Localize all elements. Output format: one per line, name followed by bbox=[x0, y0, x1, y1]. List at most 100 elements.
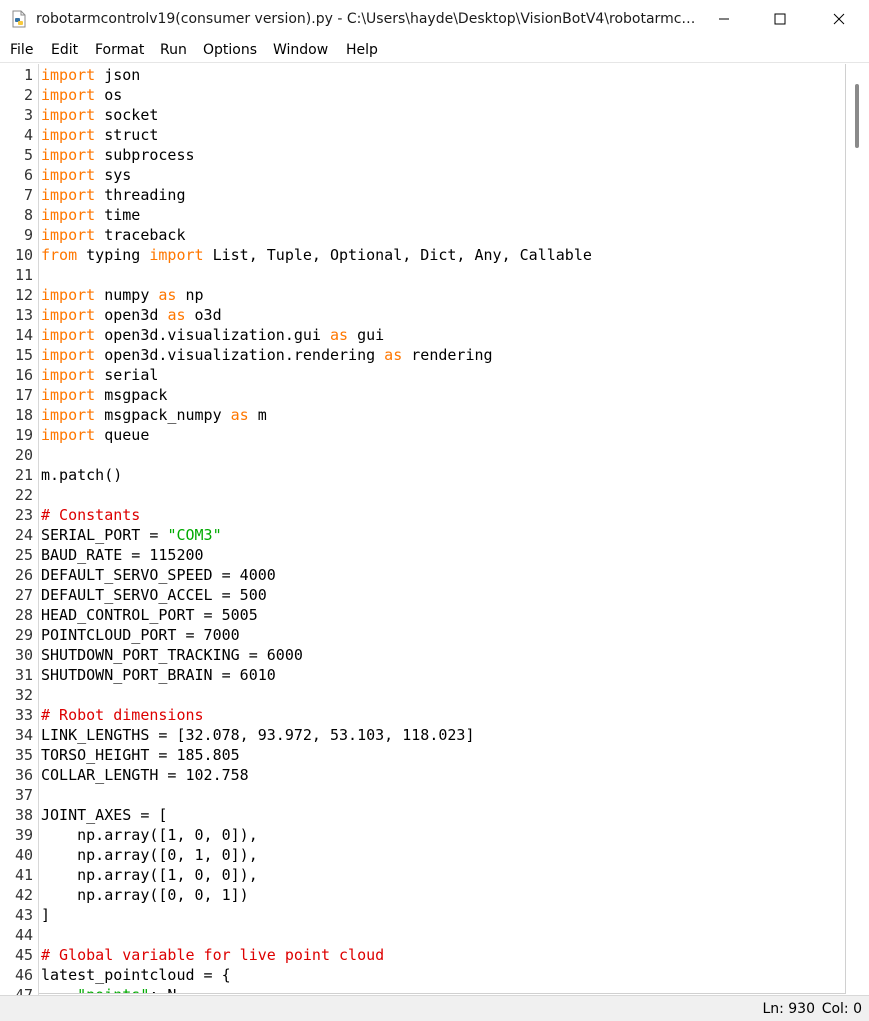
line-number: 25 bbox=[14, 546, 33, 564]
code-line: TORSO_HEIGHT = 185.805 bbox=[41, 745, 240, 765]
line-number: 11 bbox=[14, 266, 33, 284]
code-keyword: import bbox=[41, 86, 96, 104]
menu-options[interactable]: Options bbox=[203, 41, 257, 59]
code-line: import serial bbox=[41, 365, 158, 385]
line-number: 45 bbox=[14, 946, 33, 964]
code-line: np.array([1, 0, 0]), bbox=[41, 865, 258, 885]
code-line: import numpy as np bbox=[41, 285, 204, 305]
status-bar: Ln: 930 Col: 0 bbox=[0, 995, 869, 1021]
python-file-icon bbox=[12, 10, 26, 28]
code-line: # Global variable for live point cloud bbox=[41, 945, 384, 965]
code-text: POINTCLOUD_PORT = 7000 bbox=[41, 626, 240, 644]
line-number: 5 bbox=[23, 146, 33, 164]
code-line: DEFAULT_SERVO_SPEED = 4000 bbox=[41, 565, 276, 585]
code-comment: # Robot dimensions bbox=[41, 706, 204, 724]
code-line: BAUD_RATE = 115200 bbox=[41, 545, 204, 565]
code-text: np.array([0, 1, 0]), bbox=[41, 846, 258, 864]
code-text: SERIAL_PORT = bbox=[41, 526, 168, 544]
menu-format[interactable]: Format bbox=[95, 41, 144, 59]
status-column-number: Col: 0 bbox=[821, 1001, 862, 1017]
line-number: 3 bbox=[23, 106, 33, 124]
code-line: HEAD_CONTROL_PORT = 5005 bbox=[41, 605, 258, 625]
code-text: typing bbox=[77, 246, 150, 264]
code-text: np bbox=[176, 286, 204, 304]
code-text-area[interactable]: import json import os import socket import … bbox=[39, 64, 846, 994]
code-text: BAUD_RATE = 115200 bbox=[41, 546, 204, 564]
code-keyword: import bbox=[41, 366, 96, 384]
code-line: np.array([0, 0, 1]) bbox=[41, 885, 249, 905]
menu-edit[interactable]: Edit bbox=[51, 41, 78, 59]
line-number: 1 bbox=[23, 66, 33, 84]
code-line: import queue bbox=[41, 425, 149, 445]
menu-help[interactable]: Help bbox=[346, 41, 378, 59]
code-line: from typing import List, Tuple, Optional… bbox=[41, 245, 592, 265]
close-button[interactable] bbox=[810, 0, 868, 38]
line-number: 28 bbox=[14, 606, 33, 624]
maximize-icon bbox=[774, 13, 786, 25]
line-number: 20 bbox=[14, 446, 33, 464]
code-text: ] bbox=[41, 906, 51, 924]
code-line: import struct bbox=[41, 125, 158, 145]
code-line: latest_pointcloud = { bbox=[41, 965, 231, 985]
line-number: 27 bbox=[14, 586, 33, 604]
code-line: JOINT_AXES = [ bbox=[41, 805, 167, 825]
line-number: 15 bbox=[14, 346, 33, 364]
line-number: 26 bbox=[14, 566, 33, 584]
menu-window[interactable]: Window bbox=[273, 41, 328, 59]
editor: 1 2 3 4 5 6 7 8 9 10 11 12 13 14 15 16 17 18 19 20 21 22 23 24 2… bbox=[0, 64, 869, 1004]
line-number: 22 bbox=[14, 486, 33, 504]
line-number: 2 bbox=[23, 86, 33, 104]
code-text: open3d bbox=[95, 306, 168, 324]
maximize-button[interactable] bbox=[751, 0, 809, 38]
line-number: 23 bbox=[14, 506, 33, 524]
line-number: 32 bbox=[14, 686, 33, 704]
line-number: 37 bbox=[14, 786, 33, 804]
minimize-button[interactable] bbox=[695, 0, 753, 38]
code-string: "points" bbox=[77, 986, 149, 993]
code-line: import json bbox=[41, 65, 140, 85]
code-keyword: import bbox=[41, 426, 96, 444]
code-keyword: import bbox=[41, 286, 96, 304]
code-keyword: import bbox=[41, 386, 96, 404]
code-line: import os bbox=[41, 85, 122, 105]
menu-run[interactable]: Run bbox=[160, 41, 187, 59]
code-text: COLLAR_LENGTH = 102.758 bbox=[41, 766, 249, 784]
code-text: : N bbox=[149, 986, 176, 993]
line-number: 36 bbox=[14, 766, 33, 784]
code-text: JOINT_AXES = [ bbox=[41, 806, 168, 824]
menu-file[interactable]: File bbox=[10, 41, 33, 59]
code-text: traceback bbox=[95, 226, 186, 244]
scrollbar-thumb[interactable] bbox=[855, 84, 859, 148]
line-number: 34 bbox=[14, 726, 33, 744]
line-number: 18 bbox=[14, 406, 33, 424]
code-keyword: import bbox=[41, 66, 96, 84]
line-number: 13 bbox=[14, 306, 33, 324]
code-text: SHUTDOWN_PORT_TRACKING = 6000 bbox=[41, 646, 303, 664]
vertical-scrollbar[interactable] bbox=[846, 64, 869, 993]
code-line: import msgpack_numpy as m bbox=[41, 405, 267, 425]
line-number: 46 bbox=[14, 966, 33, 984]
line-number: 29 bbox=[14, 626, 33, 644]
line-number: 16 bbox=[14, 366, 33, 384]
minimize-icon bbox=[719, 18, 729, 20]
code-line: import open3d as o3d bbox=[41, 305, 222, 325]
code-text: numpy bbox=[95, 286, 159, 304]
line-number: 30 bbox=[14, 646, 33, 664]
code-string: "COM3" bbox=[167, 526, 222, 544]
line-number: 7 bbox=[23, 186, 33, 204]
code-text: socket bbox=[95, 106, 159, 124]
code-keyword: import bbox=[41, 126, 96, 144]
close-icon bbox=[833, 13, 845, 25]
code-text: DEFAULT_SERVO_SPEED = 4000 bbox=[41, 566, 276, 584]
line-number: 33 bbox=[14, 706, 33, 724]
line-number: 6 bbox=[23, 166, 33, 184]
line-number: 44 bbox=[14, 926, 33, 944]
code-keyword: import bbox=[41, 226, 96, 244]
code-line: np.array([0, 1, 0]), bbox=[41, 845, 258, 865]
code-text: msgpack_numpy bbox=[95, 406, 231, 424]
code-text: open3d.visualization.rendering bbox=[95, 346, 385, 364]
code-text: struct bbox=[95, 126, 159, 144]
code-comment: # Constants bbox=[41, 506, 141, 524]
code-keyword: as bbox=[330, 326, 349, 344]
